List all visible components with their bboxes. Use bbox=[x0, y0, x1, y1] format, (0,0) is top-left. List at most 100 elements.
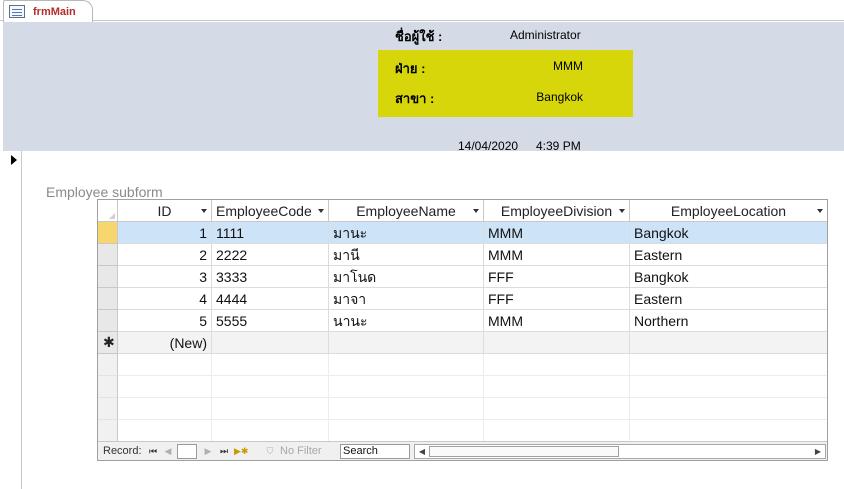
no-filter-button[interactable]: No Filter bbox=[280, 444, 322, 459]
cell-employee-name[interactable] bbox=[329, 332, 484, 354]
empty-cell bbox=[212, 420, 329, 442]
select-all-corner[interactable] bbox=[98, 200, 118, 222]
cell-employee-location[interactable]: Eastern bbox=[630, 288, 827, 310]
cell-employee-division[interactable]: MMM bbox=[484, 222, 630, 244]
employee-datasheet: ID EmployeeCode EmployeeName EmployeeDiv… bbox=[97, 199, 828, 461]
cell-employee-code[interactable] bbox=[212, 332, 329, 354]
record-navigation-bar: Record: ⏮ ◀ ▶ ⏭ ▶✱ ⛉ No Filter Search ◀ … bbox=[98, 441, 827, 460]
scroll-left-icon[interactable]: ◀ bbox=[416, 446, 428, 457]
cell-id[interactable]: 4 bbox=[118, 288, 212, 310]
user-label: ชื่อผู้ใช้ : bbox=[395, 29, 443, 44]
cell-employee-division[interactable]: MMM bbox=[484, 244, 630, 266]
cell-employee-code[interactable]: 3333 bbox=[212, 266, 329, 288]
column-header-employeecode[interactable]: EmployeeCode bbox=[212, 200, 329, 222]
branch-value: Bangkok bbox=[536, 90, 583, 104]
table-row[interactable]: 2 2222 มานี MMM Eastern bbox=[98, 244, 827, 266]
division-value: MMM bbox=[553, 59, 583, 73]
empty-cell bbox=[630, 398, 827, 420]
record-label: Record: bbox=[103, 445, 142, 457]
cell-employee-code[interactable]: 5555 bbox=[212, 310, 329, 332]
division-box: ฝ่าย : MMM สาขา : Bangkok bbox=[378, 50, 633, 117]
dropdown-arrow-icon[interactable] bbox=[619, 209, 625, 213]
empty-cell bbox=[329, 398, 484, 420]
row-selector[interactable] bbox=[98, 310, 118, 332]
empty-cell bbox=[212, 398, 329, 420]
cell-id[interactable]: 3 bbox=[118, 266, 212, 288]
column-header-id[interactable]: ID bbox=[118, 200, 212, 222]
empty-cell bbox=[118, 354, 212, 376]
table-row[interactable]: 5 5555 นานะ MMM Northern bbox=[98, 310, 827, 332]
form-icon bbox=[9, 5, 25, 18]
cell-id-new[interactable]: (New) bbox=[118, 332, 212, 354]
document-tab-strip: frmMain bbox=[0, 0, 844, 22]
row-selector[interactable] bbox=[98, 288, 118, 310]
dropdown-arrow-icon[interactable] bbox=[201, 209, 207, 213]
new-record-icon[interactable]: ▶✱ bbox=[234, 445, 248, 457]
table-row[interactable]: 4 4444 มาจา FFF Eastern bbox=[98, 288, 827, 310]
row-selector[interactable] bbox=[98, 266, 118, 288]
user-value: Administrator bbox=[510, 28, 581, 42]
search-input[interactable]: Search bbox=[340, 444, 410, 459]
cell-employee-name[interactable]: มานะ bbox=[329, 222, 484, 244]
cell-id[interactable]: 1 bbox=[118, 222, 212, 244]
row-selector bbox=[98, 398, 118, 420]
table-row[interactable]: 1 1111 มานะ MMM Bangkok bbox=[98, 222, 827, 244]
current-date: 14/04/2020 bbox=[458, 139, 519, 153]
cell-employee-name[interactable]: นานะ bbox=[329, 310, 484, 332]
scrollbar-thumb[interactable] bbox=[429, 446, 619, 457]
first-record-icon[interactable]: ⏮ bbox=[147, 445, 159, 457]
empty-cell bbox=[212, 376, 329, 398]
cell-employee-location[interactable]: Bangkok bbox=[630, 222, 827, 244]
empty-cell bbox=[630, 354, 827, 376]
dropdown-arrow-icon[interactable] bbox=[817, 209, 823, 213]
column-header-label: EmployeeCode bbox=[216, 202, 312, 219]
next-record-icon[interactable]: ▶ bbox=[202, 445, 214, 457]
tab-frmmain[interactable]: frmMain bbox=[3, 0, 93, 22]
empty-cell bbox=[630, 420, 827, 442]
row-selector[interactable]: ✱ bbox=[98, 332, 118, 354]
cell-employee-division[interactable]: MMM bbox=[484, 310, 630, 332]
current-record-input[interactable] bbox=[177, 444, 197, 459]
cell-id[interactable]: 5 bbox=[118, 310, 212, 332]
table-row[interactable]: 3 3333 มาโนด FFF Bangkok bbox=[98, 266, 827, 288]
cell-employee-division[interactable] bbox=[484, 332, 630, 354]
previous-record-icon[interactable]: ◀ bbox=[162, 445, 174, 457]
empty-cell bbox=[118, 398, 212, 420]
column-header-employeelocation[interactable]: EmployeeLocation bbox=[630, 200, 827, 222]
cell-id[interactable]: 2 bbox=[118, 244, 212, 266]
row-selector[interactable] bbox=[98, 244, 118, 266]
cell-employee-location[interactable]: Bangkok bbox=[630, 266, 827, 288]
new-record-row[interactable]: ✱ (New) bbox=[98, 332, 827, 354]
empty-cell bbox=[329, 420, 484, 442]
cell-employee-code[interactable]: 1111 bbox=[212, 222, 329, 244]
empty-cell bbox=[484, 420, 630, 442]
column-header-label: EmployeeName bbox=[356, 202, 456, 219]
last-record-icon[interactable]: ⏭ bbox=[218, 445, 230, 457]
column-header-employeename[interactable]: EmployeeName bbox=[329, 200, 484, 222]
cell-employee-code[interactable]: 4444 bbox=[212, 288, 329, 310]
cell-employee-location[interactable] bbox=[630, 332, 827, 354]
empty-row bbox=[98, 354, 827, 376]
row-selector[interactable] bbox=[98, 222, 118, 244]
cell-employee-name[interactable]: มาโนด bbox=[329, 266, 484, 288]
empty-cell bbox=[329, 354, 484, 376]
horizontal-scrollbar[interactable]: ◀ ▶ bbox=[414, 444, 826, 459]
empty-row bbox=[98, 420, 827, 442]
cell-employee-code[interactable]: 2222 bbox=[212, 244, 329, 266]
form-record-selector[interactable] bbox=[3, 151, 22, 489]
cell-employee-division[interactable]: FFF bbox=[484, 266, 630, 288]
cell-employee-division[interactable]: FFF bbox=[484, 288, 630, 310]
dropdown-arrow-icon[interactable] bbox=[473, 209, 479, 213]
cell-employee-location[interactable]: Eastern bbox=[630, 244, 827, 266]
cell-employee-name[interactable]: มาจา bbox=[329, 288, 484, 310]
branch-label: สาขา : bbox=[395, 91, 435, 106]
cell-employee-name[interactable]: มานี bbox=[329, 244, 484, 266]
cell-employee-location[interactable]: Northern bbox=[630, 310, 827, 332]
scroll-right-icon[interactable]: ▶ bbox=[812, 446, 824, 457]
empty-cell bbox=[118, 420, 212, 442]
column-header-label: ID bbox=[157, 202, 172, 219]
tab-label: frmMain bbox=[33, 5, 76, 18]
dropdown-arrow-icon[interactable] bbox=[318, 209, 324, 213]
empty-cell bbox=[212, 354, 329, 376]
column-header-employeedivision[interactable]: EmployeeDivision bbox=[484, 200, 630, 222]
